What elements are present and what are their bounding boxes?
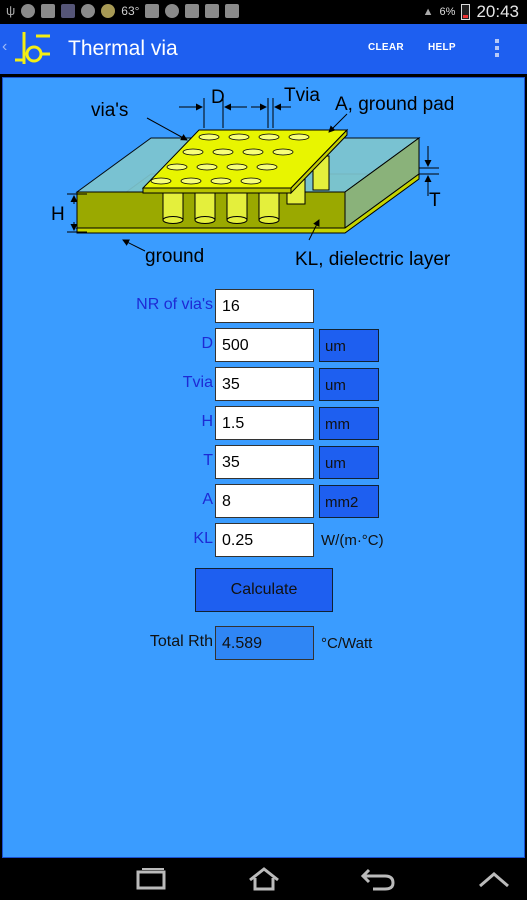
battery-percent: 6% xyxy=(439,6,456,18)
diagram-label-tvia: Tvia xyxy=(284,85,320,106)
mail-icon xyxy=(145,3,160,18)
overflow-menu-icon[interactable] xyxy=(491,37,503,61)
total-rth-label: Total Rth xyxy=(149,633,213,650)
app-title: Thermal via xyxy=(68,37,178,60)
kl-label: KL xyxy=(193,530,213,547)
app-logo-icon[interactable] xyxy=(12,30,52,68)
tvia-label: Tvia xyxy=(182,374,213,391)
diagram-label-ground: ground xyxy=(145,246,204,267)
action-bar: ‹ Thermal via CLEAR HELP xyxy=(0,24,527,74)
tvia-input[interactable]: 35 xyxy=(215,367,314,401)
battery-icon xyxy=(461,4,471,20)
h-unit-button[interactable]: mm xyxy=(319,407,379,440)
home-icon[interactable] xyxy=(244,866,284,892)
content-area: via's D Tvia A, ground pad H T ground KL… xyxy=(2,77,525,858)
d-input[interactable]: 500 xyxy=(215,328,314,362)
help-button[interactable]: HELP xyxy=(428,42,456,53)
app-notification-icon xyxy=(21,3,36,18)
a-input[interactable]: 8 xyxy=(215,484,314,518)
clear-button[interactable]: CLEAR xyxy=(368,42,404,53)
diagram-label-d: D xyxy=(211,87,225,108)
status-bar: ψ 63° ▲ 6% 20:43 xyxy=(0,0,527,24)
d-label: D xyxy=(201,335,213,352)
back-chevron-icon[interactable]: ‹ xyxy=(2,38,7,56)
bag-icon xyxy=(225,3,240,18)
diagram-label-t: T xyxy=(429,190,441,211)
total-rth-unit: °C/Watt xyxy=(321,635,373,652)
t-label: T xyxy=(203,452,213,469)
chat-icon xyxy=(81,3,96,18)
checkbox-icon xyxy=(205,3,220,18)
back-icon[interactable] xyxy=(357,866,397,892)
recent-apps-icon[interactable] xyxy=(131,866,171,892)
h-row: H 1.5 mm xyxy=(3,406,526,440)
diagram-label-pad: A, ground pad xyxy=(335,94,454,115)
a-unit-button[interactable]: mm2 xyxy=(319,485,379,518)
temperature-text: 63° xyxy=(121,3,140,18)
thermal-via-diagram: via's D Tvia A, ground pad H T ground KL… xyxy=(51,85,454,270)
clock: 20:43 xyxy=(476,2,519,21)
nr-vias-row: NR of via's 16 xyxy=(3,289,526,323)
h-label: H xyxy=(201,413,213,430)
nr-vias-input[interactable]: 16 xyxy=(215,289,314,323)
total-rth-output: 4.589 xyxy=(215,626,314,660)
diagram-label-h: H xyxy=(51,204,65,225)
calculate-button[interactable]: Calculate xyxy=(195,568,333,612)
a-label: A xyxy=(202,491,213,508)
t-row: T 35 um xyxy=(3,445,526,479)
t-input[interactable]: 35 xyxy=(215,445,314,479)
kl-row: KL 0.25 W/(m·°C) xyxy=(3,523,526,557)
gallery-icon xyxy=(41,3,56,18)
kl-unit: W/(m·°C) xyxy=(321,532,384,549)
t-unit-button[interactable]: um xyxy=(319,446,379,479)
navigation-bar xyxy=(0,858,527,900)
diagram-label-kl: KL, dielectric layer xyxy=(295,249,451,270)
store-icon xyxy=(185,3,200,18)
d-unit-button[interactable]: um xyxy=(319,329,379,362)
a-row: A 8 mm2 xyxy=(3,484,526,518)
kl-input[interactable]: 0.25 xyxy=(215,523,314,557)
d-row: D 500 um xyxy=(3,328,526,362)
settings-icon xyxy=(101,3,116,18)
nr-vias-label: NR of via's xyxy=(136,296,213,313)
tvia-unit-button[interactable]: um xyxy=(319,368,379,401)
diagram-label-vias: via's xyxy=(91,100,128,121)
signal-icon: ▲ xyxy=(422,6,434,18)
download-icon xyxy=(61,3,76,18)
location-icon xyxy=(165,3,180,18)
hide-keyboard-icon[interactable] xyxy=(474,866,514,892)
h-input[interactable]: 1.5 xyxy=(215,406,314,440)
usb-icon: ψ xyxy=(6,3,16,18)
tvia-row: Tvia 35 um xyxy=(3,367,526,401)
